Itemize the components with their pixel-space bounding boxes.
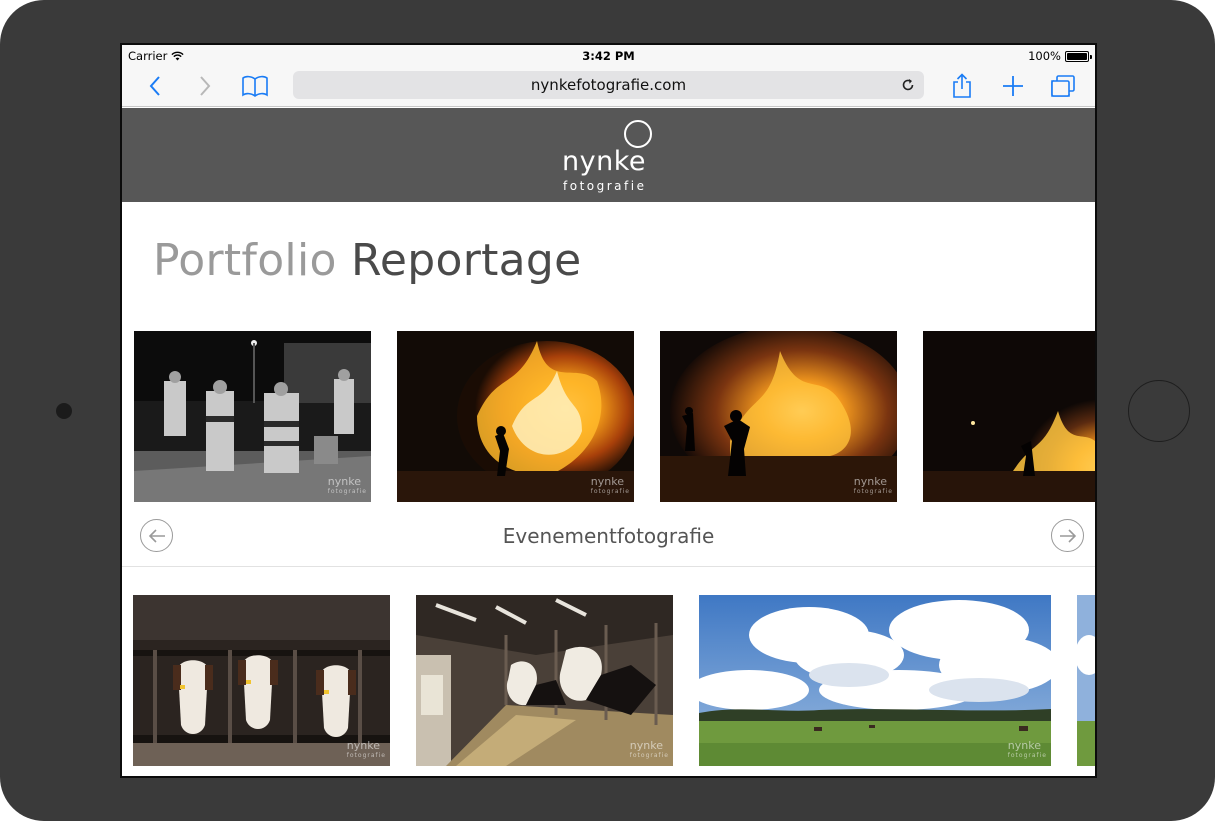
page-title: Portfolio Reportage: [153, 235, 582, 286]
photo-watermark: nynke fotografie: [629, 739, 669, 759]
share-icon: [953, 73, 971, 98]
front-camera: [56, 403, 72, 419]
site-logo[interactable]: nynke fotografie: [558, 118, 668, 198]
add-tab-icon: [1003, 76, 1023, 96]
share-button[interactable]: [947, 71, 977, 101]
logo-subtitle: fotografie: [563, 179, 647, 193]
logo-name: nynke: [562, 146, 646, 177]
site-header: nynke fotografie: [122, 108, 1095, 202]
gallery-caption: Evenementfotografie: [502, 524, 715, 548]
title-reportage: Reportage: [351, 235, 582, 286]
browser-toolbar: nynkefotografie.com: [122, 67, 1095, 107]
home-button[interactable]: [1128, 380, 1190, 442]
gallery-photo[interactable]: [923, 331, 1095, 502]
arrow-right-icon: [1059, 528, 1076, 543]
forward-icon: [200, 76, 211, 96]
photo-partial: [1077, 595, 1095, 766]
title-portfolio: Portfolio: [153, 235, 337, 286]
status-bar: Carrier 3:42 PM 100%: [122, 45, 1095, 67]
photo-watermark: nynke fotografie: [346, 739, 386, 759]
battery-fill: [1067, 52, 1087, 60]
battery-indicator: 100%: [1028, 49, 1092, 63]
gallery-photo[interactable]: [1077, 595, 1095, 766]
photo-watermark: nynke fotografie: [1007, 739, 1047, 759]
photo-bonfire-night: [923, 331, 1095, 502]
gallery-next-button[interactable]: [1051, 519, 1084, 552]
gallery-evenement: nynke fotografie nynke fotografie nynke …: [122, 331, 1095, 504]
back-button[interactable]: [140, 71, 170, 101]
gallery-photo[interactable]: nynke fotografie: [699, 595, 1051, 766]
tabs-icon: [1051, 75, 1075, 97]
url-text: nynkefotografie.com: [530, 76, 687, 94]
gallery-caption-row: Evenementfotografie: [122, 515, 1095, 555]
forward-button[interactable]: [190, 71, 220, 101]
tabs-button[interactable]: [1048, 71, 1078, 101]
reload-icon: [902, 79, 914, 91]
photo-watermark: nynke fotografie: [327, 475, 367, 495]
bookmarks-button[interactable]: [240, 71, 270, 101]
gallery-photo[interactable]: nynke fotografie: [133, 595, 390, 766]
section-divider: [122, 566, 1095, 567]
battery-icon: [1065, 50, 1092, 62]
gallery-photo[interactable]: nynke fotografie: [134, 331, 371, 502]
logo-circle-icon: [624, 120, 652, 148]
photo-watermark: nynke fotografie: [590, 475, 630, 495]
reload-button[interactable]: [898, 75, 918, 95]
battery-percent: 100%: [1028, 49, 1061, 63]
gallery-agrarisch: nynke fotografie nynke fotografie nynke …: [122, 595, 1095, 776]
address-bar[interactable]: nynkefotografie.com: [293, 71, 924, 99]
ipad-frame: Carrier 3:42 PM 100% nynkefotografie.com…: [0, 0, 1215, 821]
photo-meadow-sky: [699, 595, 1051, 766]
screen: Carrier 3:42 PM 100% nynkefotografie.com…: [120, 43, 1097, 778]
new-tab-button[interactable]: [998, 71, 1028, 101]
gallery-photo[interactable]: nynke fotografie: [397, 331, 634, 502]
gallery-photo[interactable]: nynke fotografie: [660, 331, 897, 502]
photo-watermark: nynke fotografie: [853, 475, 893, 495]
gallery-photo[interactable]: nynke fotografie: [416, 595, 673, 766]
clock: 3:42 PM: [582, 49, 635, 63]
back-icon: [149, 76, 160, 96]
bookmarks-icon: [242, 75, 268, 97]
